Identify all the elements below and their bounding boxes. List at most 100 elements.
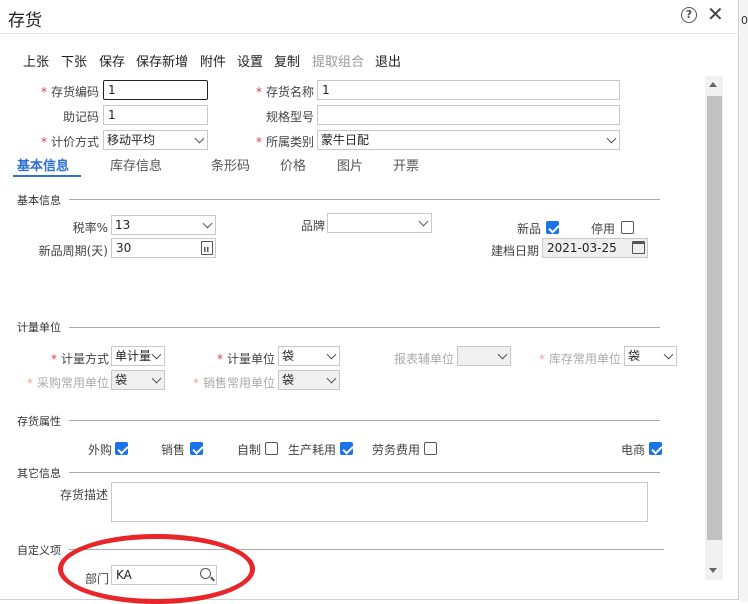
stock-unit-label: * 库存常用单位 [538, 352, 621, 366]
method-label: * 计量方式 [50, 352, 109, 366]
help-icon[interactable]: ? [681, 7, 697, 23]
unit-label: * 计量单位 [216, 352, 275, 366]
chevron-down-icon [663, 349, 674, 360]
name-label: * 存货名称 [255, 85, 314, 99]
exit-button[interactable]: 退出 [375, 51, 401, 70]
save-and-new-button[interactable]: 保存新增 [136, 51, 188, 70]
basic-section-title: 基本信息 [17, 194, 61, 207]
pricing-value: 移动平均 [107, 133, 156, 147]
scroll-up-icon[interactable] [709, 82, 717, 87]
copy-button[interactable]: 复制 [274, 51, 300, 70]
cycle-label: 新品周期(天) [38, 244, 108, 258]
units-section-title: 计量单位 [17, 321, 61, 334]
highlight-ellipse [58, 534, 255, 604]
attachment-button[interactable]: 附件 [200, 51, 226, 70]
attr-checkbox-labor[interactable] [424, 442, 437, 455]
other-section-title: 其它信息 [17, 467, 61, 480]
tab-basic-info[interactable]: 基本信息 [17, 155, 69, 174]
section-divider [69, 199, 660, 200]
save-button[interactable]: 保存 [99, 51, 125, 70]
code-input[interactable]: 1 [103, 80, 208, 100]
prev-record-button[interactable]: 上张 [23, 51, 49, 70]
report-unit-select[interactable] [457, 346, 511, 366]
code-label: * 存货编码 [40, 85, 99, 99]
background-window [739, 0, 748, 602]
inventory-dialog: 存货 ? ✕ 上张 下张 保存 保存新增 附件 设置 复制 提取组合 退出 * 存… [0, 0, 739, 604]
chevron-down-icon [151, 373, 162, 384]
mnemonic-label: 助记码 [62, 110, 99, 124]
tab-price[interactable]: 价格 [280, 155, 306, 174]
section-divider [69, 420, 660, 421]
attr-checkbox-purchase[interactable] [115, 442, 128, 455]
new-checkbox[interactable] [546, 221, 559, 234]
chevron-down-icon [151, 349, 162, 360]
new-label: 新品 [516, 222, 541, 236]
spec-label: 规格型号 [265, 110, 314, 124]
tax-select[interactable]: 13 [111, 215, 216, 235]
attr-label-ecommerce: 电商 [620, 443, 645, 457]
pricing-label: * 计价方式 [40, 135, 99, 149]
method-select[interactable]: 单计量 [111, 346, 165, 366]
desc-textarea[interactable] [111, 482, 648, 522]
chevron-down-icon [326, 349, 337, 360]
attr-label-self-made: 自制 [236, 443, 261, 457]
section-divider [69, 472, 660, 473]
tab-stock-info[interactable]: 库存信息 [110, 155, 162, 174]
unit-value: 袋 [282, 349, 295, 363]
next-record-button[interactable]: 下张 [61, 51, 87, 70]
extract-combo-button[interactable]: 提取组合 [312, 51, 364, 70]
dialog-title: 存货 [8, 11, 42, 31]
active-tab-indicator [13, 175, 81, 177]
name-input[interactable]: 1 [317, 80, 620, 100]
tab-barcode[interactable]: 条形码 [211, 155, 250, 174]
chevron-down-icon [606, 133, 617, 144]
chevron-down-icon [418, 216, 429, 227]
attr-checkbox-sales[interactable] [190, 442, 203, 455]
brand-select[interactable] [327, 213, 432, 233]
pricing-select[interactable]: 移动平均 [103, 130, 208, 150]
title-divider [0, 33, 739, 34]
chevron-down-icon [194, 133, 205, 144]
background-text: 0 [741, 14, 748, 27]
disable-checkbox[interactable] [621, 221, 634, 234]
attr-label-production: 生产耗用 [287, 443, 336, 457]
attributes-section-title: 存货属性 [17, 415, 61, 428]
attr-label-sales: 销售 [160, 443, 185, 457]
chevron-down-icon [497, 349, 508, 360]
desc-label: 存货描述 [59, 488, 108, 502]
custom-section-title: 自定义项 [17, 544, 61, 557]
attr-checkbox-production[interactable] [340, 442, 353, 455]
sales-unit-value: 袋 [282, 373, 295, 387]
tax-label: 税率% [72, 221, 108, 235]
close-icon[interactable]: ✕ [707, 3, 724, 25]
brand-label: 品牌 [300, 219, 325, 233]
category-value: 蒙牛日配 [321, 133, 370, 147]
attr-label-labor: 劳务费用 [371, 443, 420, 457]
calendar-icon[interactable] [632, 241, 645, 254]
tax-value: 13 [115, 218, 131, 232]
unit-select[interactable]: 袋 [278, 346, 340, 366]
attr-label-purchase: 外购 [87, 443, 112, 457]
method-value: 单计量 [115, 349, 152, 363]
attr-checkbox-self-made[interactable] [265, 442, 278, 455]
section-divider [69, 327, 660, 328]
category-label: * 所属类别 [255, 135, 314, 149]
settings-button[interactable]: 设置 [237, 51, 263, 70]
scroll-down-icon[interactable] [709, 568, 717, 573]
scrollbar-thumb[interactable] [707, 96, 722, 540]
chevron-down-icon [326, 373, 337, 384]
spec-input[interactable] [317, 105, 620, 125]
sales-unit-select[interactable]: 袋 [278, 370, 340, 390]
mnemonic-input[interactable]: 1 [103, 105, 208, 125]
tab-image[interactable]: 图片 [337, 155, 363, 174]
purchase-unit-select[interactable]: 袋 [111, 370, 165, 390]
calculator-icon[interactable] [201, 241, 213, 255]
disable-label: 停用 [590, 222, 615, 236]
stock-unit-select[interactable]: 袋 [624, 346, 677, 366]
stock-unit-value: 袋 [628, 349, 641, 363]
report-unit-label: 报表辅单位 [393, 352, 454, 366]
category-select[interactable]: 蒙牛日配 [317, 130, 620, 150]
sales-unit-label: * 销售常用单位 [192, 376, 275, 390]
attr-checkbox-ecommerce[interactable] [649, 442, 662, 455]
tab-invoice[interactable]: 开票 [393, 155, 419, 174]
